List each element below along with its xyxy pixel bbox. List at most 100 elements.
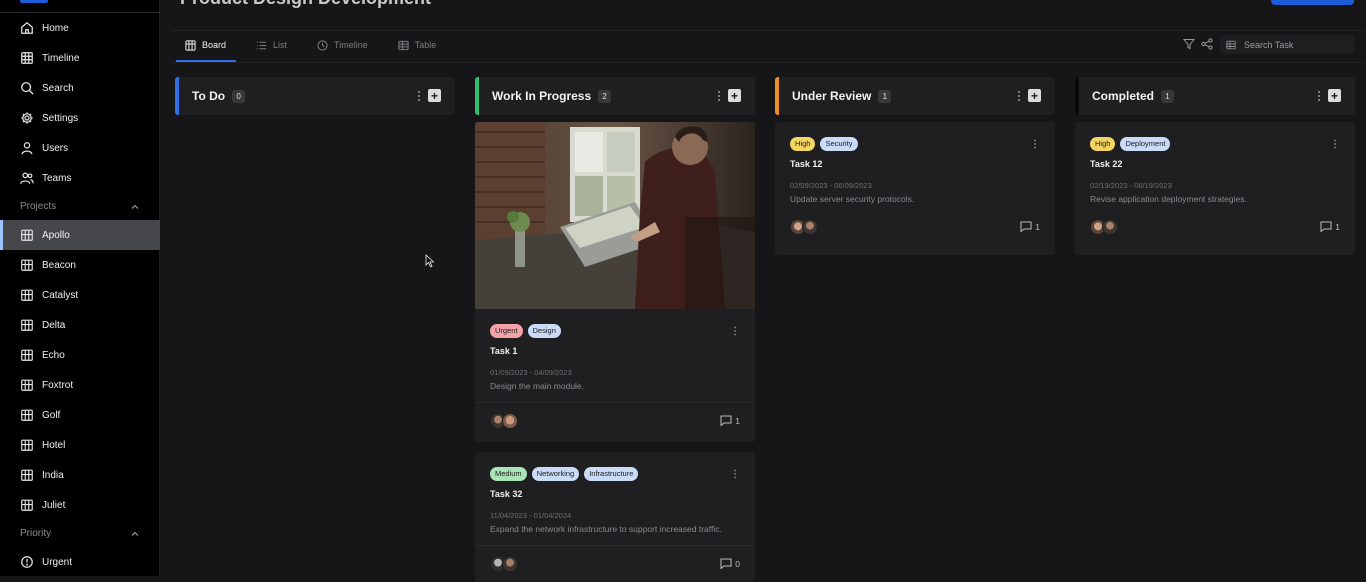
column-count: 1 <box>1161 89 1175 103</box>
sidebar-item-label: Echo <box>42 349 65 361</box>
comment-count-value: 1 <box>1035 221 1040 232</box>
sidebar-item-project-india[interactable]: India <box>0 460 160 490</box>
tab-timeline[interactable]: Timeline <box>317 36 368 54</box>
task-card[interactable]: Medium Networking Infrastructure Task 32… <box>475 452 755 582</box>
add-task-button[interactable]: + <box>1328 89 1341 102</box>
tab-table[interactable]: Table <box>398 36 436 54</box>
more-vertical-icon[interactable] <box>1317 90 1321 102</box>
sidebar-item-project-golf[interactable]: Golf <box>0 400 160 430</box>
card-body: High Security Task 12 02/09/2023 - 06/09… <box>775 122 1055 205</box>
column-title: Completed <box>1092 89 1155 103</box>
more-vertical-icon[interactable] <box>417 90 421 102</box>
building-icon <box>21 379 33 391</box>
avatar[interactable] <box>1102 219 1118 235</box>
comment-count[interactable]: 0 <box>720 558 740 569</box>
tab-list[interactable]: List <box>256 36 287 54</box>
sidebar-item-users[interactable]: Users <box>0 133 160 163</box>
more-vertical-icon[interactable] <box>1033 139 1037 149</box>
task-card[interactable]: High Security Task 12 02/09/2023 - 06/09… <box>775 122 1055 255</box>
comment-icon <box>720 415 732 426</box>
sidebar-item-project-juliet[interactable]: Juliet <box>0 490 160 520</box>
more-vertical-icon[interactable] <box>733 469 737 479</box>
comment-count[interactable]: 1 <box>1020 221 1040 232</box>
column-title: To Do <box>192 89 226 103</box>
tab-label: Timeline <box>334 40 368 50</box>
card-footer: 1 <box>1075 215 1355 251</box>
chevron-up-icon[interactable] <box>130 529 140 539</box>
projects-section-header[interactable]: Projects <box>20 201 140 212</box>
task-title: Task 32 <box>490 489 523 499</box>
task-card[interactable]: High Deployment Task 22 02/19/2023 - 06/… <box>1075 122 1355 255</box>
sidebar-item-project-beacon[interactable]: Beacon <box>0 250 160 280</box>
page-title: Product Design Development <box>180 0 431 9</box>
main-content: Product Design Development Board List Ti… <box>160 0 1366 582</box>
more-vertical-icon[interactable] <box>1333 139 1337 149</box>
sidebar-item-urgent[interactable]: Urgent <box>0 547 160 577</box>
sidebar-item-project-catalyst[interactable]: Catalyst <box>0 280 160 310</box>
more-vertical-icon[interactable] <box>717 90 721 102</box>
sidebar-item-label: Golf <box>42 409 61 421</box>
column-in-progress: Work In Progress 2 + Urgent Design Task … <box>475 77 755 582</box>
tag-list: Medium Networking Infrastructure <box>490 467 740 481</box>
sidebar-item-project-apollo[interactable]: Apollo <box>0 220 160 250</box>
add-task-button[interactable]: + <box>1028 89 1041 102</box>
card-footer: 1 <box>775 215 1055 251</box>
chevron-up-icon[interactable] <box>130 202 140 212</box>
avatar[interactable] <box>502 556 518 572</box>
sidebar-item-label: Urgent <box>42 556 73 568</box>
sidebar-item-home[interactable]: Home <box>0 13 160 43</box>
task-dates: 11/04/2023 - 01/04/2024 <box>490 511 572 520</box>
sidebar-item-label: Timeline <box>42 52 80 64</box>
card-body: Medium Networking Infrastructure Task 32… <box>475 452 755 535</box>
column-header: Under Review 1 + <box>775 77 1055 115</box>
assignees <box>490 413 518 429</box>
comment-icon <box>720 558 732 569</box>
sidebar-item-project-echo[interactable]: Echo <box>0 340 160 370</box>
task-description: Design the main module. <box>490 381 585 391</box>
column-under-review: Under Review 1 + High Security Task 12 0… <box>775 77 1055 255</box>
sidebar-item-project-delta[interactable]: Delta <box>0 310 160 340</box>
tab-board[interactable]: Board <box>185 36 226 54</box>
sidebar-item-search[interactable]: Search <box>0 73 160 103</box>
task-card[interactable]: Urgent Design Task 1 01/09/2023 - 04/09/… <box>475 122 755 442</box>
column-count: 1 <box>878 89 892 103</box>
building-icon <box>21 259 33 271</box>
building-icon <box>21 499 33 511</box>
building-icon <box>21 469 33 481</box>
assignees <box>790 219 818 235</box>
timeline-icon <box>21 52 33 64</box>
sidebar-item-project-hotel[interactable]: Hotel <box>0 430 160 460</box>
task-description: Update server security protocols. <box>790 194 915 204</box>
sidebar-item-timeline[interactable]: Timeline <box>0 43 160 73</box>
tag-design: Design <box>527 324 561 338</box>
header-divider <box>172 30 1366 31</box>
sidebar-item-project-foxtrot[interactable]: Foxtrot <box>0 370 160 400</box>
table-icon <box>398 40 409 50</box>
search-input[interactable]: Search Task <box>1220 35 1354 54</box>
more-vertical-icon[interactable] <box>733 326 737 336</box>
sidebar-item-settings[interactable]: Settings <box>0 103 160 133</box>
section-label: Priority <box>20 528 52 539</box>
assignees <box>1090 219 1118 235</box>
share-icon[interactable] <box>1201 38 1213 50</box>
create-task-button[interactable] <box>1271 0 1354 5</box>
tag-high: High <box>1090 137 1116 151</box>
add-task-button[interactable]: + <box>428 89 441 102</box>
building-icon <box>21 349 33 361</box>
view-tabs: Board List Timeline Table <box>185 36 436 54</box>
search-icon <box>21 82 34 95</box>
avatar[interactable] <box>502 413 518 429</box>
priority-section-header[interactable]: Priority <box>20 528 140 539</box>
more-vertical-icon[interactable] <box>1017 90 1021 102</box>
comment-count[interactable]: 1 <box>720 415 740 426</box>
sidebar-item-teams[interactable]: Teams <box>0 163 160 193</box>
filter-icon[interactable] <box>1183 38 1195 50</box>
logo[interactable] <box>20 0 48 3</box>
add-task-button[interactable]: + <box>728 89 741 102</box>
sidebar: Home Timeline Search Settings Users Team… <box>0 0 160 576</box>
building-icon <box>21 409 33 421</box>
tag-deployment: Deployment <box>1120 137 1171 151</box>
tag-medium: Medium <box>490 467 527 481</box>
avatar[interactable] <box>802 219 818 235</box>
comment-count[interactable]: 1 <box>1320 221 1340 232</box>
